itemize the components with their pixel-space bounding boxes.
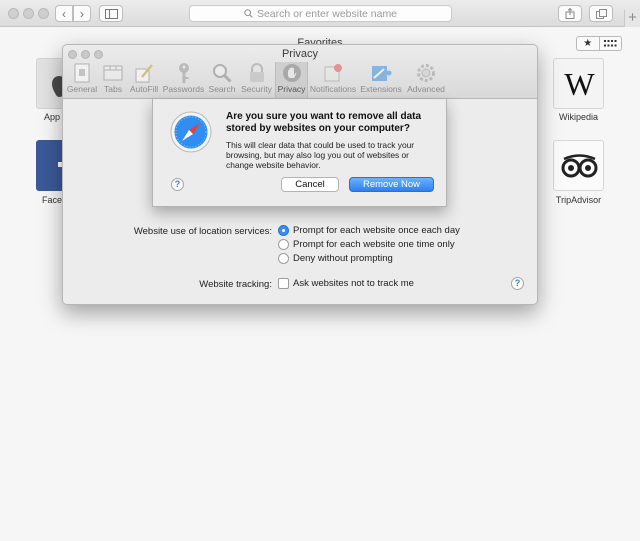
forward-button[interactable]: ›	[73, 5, 91, 22]
alert-message: This will clear data that could be used …	[226, 140, 415, 170]
close-window-button[interactable]	[8, 8, 19, 19]
magnifier-icon	[211, 62, 233, 84]
location-option-once-daily[interactable]: Prompt for each website once each day	[278, 225, 460, 236]
puzzle-icon	[370, 62, 392, 84]
do-not-track-checkbox[interactable]	[278, 278, 289, 289]
share-button[interactable]	[558, 5, 582, 22]
radio-one-time[interactable]	[278, 239, 289, 250]
sidebar-button[interactable]	[99, 5, 123, 22]
location-option-deny[interactable]: Deny without prompting	[278, 253, 393, 264]
do-not-track-option[interactable]: Ask websites not to track me	[278, 278, 414, 289]
favorite-tile-wikipedia[interactable]: W	[553, 58, 604, 109]
tab-security[interactable]: Security	[239, 62, 274, 98]
tab-advanced[interactable]: Advanced	[405, 62, 447, 98]
hand-icon	[281, 62, 303, 84]
back-button[interactable]: ‹	[55, 5, 73, 22]
star-icon[interactable]: ★	[577, 37, 600, 50]
new-tab-button[interactable]: +	[624, 10, 640, 27]
plus-icon: +	[628, 9, 637, 26]
tripadvisor-logo-icon	[561, 154, 598, 178]
prefs-help-button[interactable]: ?	[511, 277, 524, 290]
tabs-overview-button[interactable]	[589, 5, 613, 22]
chevron-right-icon: ›	[80, 6, 84, 21]
alert-title: Are you sure you want to remove all data…	[226, 111, 422, 134]
tabs-icon	[102, 62, 124, 84]
preferences-toolbar: Privacy General Tabs AutoFill Passwords …	[63, 45, 537, 99]
minimize-window-button[interactable]	[23, 8, 34, 19]
location-services-label: Website use of location services:	[133, 226, 272, 237]
remove-data-alert: Are you sure you want to remove all data…	[152, 99, 447, 207]
general-icon	[71, 62, 93, 84]
gear-icon	[415, 62, 437, 84]
safari-compass-icon	[170, 111, 212, 153]
favorite-label-wikipedia: Wikipedia	[558, 112, 598, 122]
address-bar[interactable]: Search or enter website name	[189, 5, 452, 22]
remove-now-button[interactable]: Remove Now	[349, 177, 434, 192]
sidebar-icon	[104, 8, 118, 19]
tab-search[interactable]: Search	[206, 62, 238, 98]
tab-privacy[interactable]: Privacy	[275, 62, 308, 98]
radio-once-daily[interactable]	[278, 225, 289, 236]
browser-toolbar: ‹ › Search or enter website name +	[0, 0, 640, 27]
website-tracking-label: Website tracking:	[199, 279, 272, 290]
tab-extensions[interactable]: Extensions	[359, 62, 403, 98]
wikipedia-logo-icon: W	[564, 66, 595, 102]
cancel-button[interactable]: Cancel	[281, 177, 339, 192]
alert-help-button[interactable]: ?	[171, 178, 184, 191]
preferences-title: Privacy	[281, 48, 319, 60]
share-icon	[565, 8, 575, 19]
search-icon	[244, 9, 253, 18]
favorite-label-tripadvisor: TripAdvisor	[555, 195, 602, 205]
address-placeholder: Search or enter website name	[256, 7, 398, 20]
tab-autofill[interactable]: AutoFill	[127, 62, 161, 98]
tabs-overview-icon	[595, 8, 607, 19]
tab-passwords[interactable]: Passwords	[162, 62, 205, 98]
tab-notifications[interactable]: Notifications	[309, 62, 357, 98]
lock-icon	[246, 62, 268, 84]
tab-tabs[interactable]: Tabs	[100, 62, 126, 98]
zoom-window-button[interactable]	[38, 8, 49, 19]
chevron-left-icon: ‹	[62, 6, 66, 21]
key-icon	[173, 62, 195, 84]
tab-general[interactable]: General	[65, 62, 99, 98]
notifications-icon	[322, 62, 344, 84]
favorites-view-toggle[interactable]: ★	[576, 36, 622, 51]
favorite-tile-tripadvisor[interactable]	[553, 140, 604, 191]
svg-text:W: W	[564, 66, 595, 102]
grid-icon[interactable]	[600, 37, 622, 50]
radio-deny[interactable]	[278, 253, 289, 264]
location-option-one-time[interactable]: Prompt for each website one time only	[278, 239, 455, 250]
autofill-icon	[133, 62, 155, 84]
